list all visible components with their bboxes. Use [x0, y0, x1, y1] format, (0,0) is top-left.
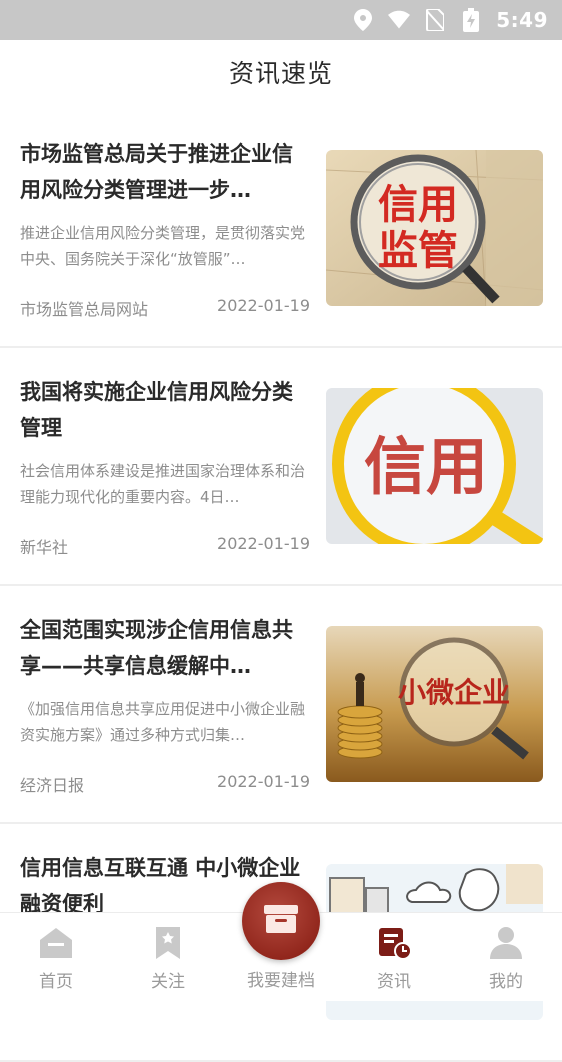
- news-item-2[interactable]: 我国将实施企业信用风险分类管理 社会信用体系建设是推进国家治理体系和治理能力现代…: [0, 348, 562, 586]
- status-bar: 5:49: [0, 0, 562, 40]
- nav-label-follow: 关注: [151, 972, 185, 992]
- archive-box-icon: [262, 903, 300, 939]
- create-archive-button[interactable]: [242, 882, 320, 960]
- page-header: 资讯速览: [0, 40, 562, 104]
- nav-item-news[interactable]: 资讯: [338, 913, 450, 1001]
- news-headline[interactable]: 全国范围实现涉企信用信息共享——共享信息缓解中…: [20, 612, 310, 684]
- news-thumbnail[interactable]: 小微企业: [326, 626, 543, 782]
- news-summary: 社会信用体系建设是推进国家治理体系和治理能力现代化的重要内容。4日…: [20, 462, 306, 506]
- news-date: 2022-01-19: [217, 534, 310, 553]
- wifi-icon: [388, 9, 411, 31]
- nav-label-create-archive: 我要建档: [247, 971, 315, 991]
- thumb-text: 小微企业: [398, 676, 510, 709]
- person-icon: [488, 925, 524, 961]
- nav-label-home: 首页: [39, 972, 73, 992]
- nav-label-mine: 我的: [489, 972, 523, 992]
- news-thumbnail[interactable]: 信用 监管: [326, 150, 543, 306]
- page-title: 资讯速览: [228, 59, 333, 88]
- status-time: 5:49: [496, 8, 548, 32]
- no-sim-icon: [424, 9, 446, 31]
- nav-item-home[interactable]: 首页: [0, 913, 112, 1001]
- news-summary: 《加强信用信息共享应用促进中小微企业融资实施方案》通过多种方式归集…: [20, 700, 306, 744]
- thumb-text: 信用: [378, 182, 458, 228]
- thumb-text: 监管: [378, 228, 458, 274]
- battery-charging-icon: [460, 8, 482, 32]
- home-icon: [38, 925, 74, 961]
- news-thumbnail[interactable]: 信用: [326, 388, 543, 544]
- nav-item-mine[interactable]: 我的: [450, 913, 562, 1001]
- news-item-1[interactable]: 市场监管总局关于推进企业信用风险分类管理进一步… 推进企业信用风险分类管理，是贯…: [0, 110, 562, 348]
- bookmark-icon: [150, 925, 186, 961]
- news-source: 经济日报: [20, 776, 85, 795]
- news-headline[interactable]: 我国将实施企业信用风险分类管理: [20, 374, 310, 446]
- news-summary: 推进企业信用风险分类管理，是贯彻落实党中央、国务院关于深化“放管服”…: [20, 224, 306, 268]
- news-clock-icon: [376, 925, 412, 961]
- news-item-3[interactable]: 全国范围实现涉企信用信息共享——共享信息缓解中… 《加强信用信息共享应用促进中小…: [0, 586, 562, 824]
- news-source: 新华社: [20, 538, 69, 557]
- news-date: 2022-01-19: [217, 296, 310, 315]
- news-source: 市场监管总局网站: [20, 300, 149, 319]
- nav-label-news: 资讯: [377, 972, 411, 992]
- news-headline[interactable]: 市场监管总局关于推进企业信用风险分类管理进一步…: [20, 136, 310, 208]
- nav-item-follow[interactable]: 关注: [112, 913, 224, 1001]
- location-icon: [352, 9, 374, 31]
- news-date: 2022-01-19: [217, 772, 310, 791]
- thumb-text: 信用: [364, 430, 488, 503]
